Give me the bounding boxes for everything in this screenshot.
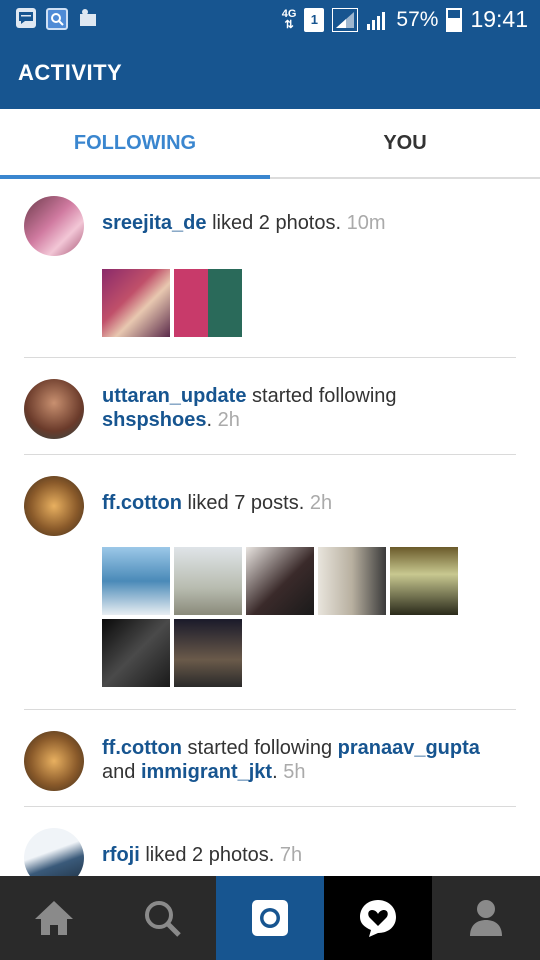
signal-icon (332, 7, 359, 32)
username-link[interactable]: uttaran_update (102, 385, 246, 407)
nav-camera[interactable] (216, 876, 324, 960)
photo-thumbnail[interactable] (318, 547, 386, 615)
photo-thumbnail[interactable] (246, 547, 314, 615)
network-indicator: 4G ⇅ (281, 7, 297, 31)
list-item: uttaran_update started following shspsho… (24, 358, 516, 455)
nav-profile[interactable] (432, 876, 540, 960)
photo-thumbnail[interactable] (174, 619, 242, 687)
nav-explore[interactable] (108, 876, 216, 960)
username-link[interactable]: rfoji (102, 844, 140, 866)
photo-app-icon (78, 8, 98, 28)
activity-text: rfoji liked 2 photos. 7h (102, 844, 303, 866)
tab-bar: FOLLOWING YOU (0, 109, 540, 179)
activity-text: sreejita_de liked 2 photos. 10m (102, 212, 386, 234)
search-icon (145, 901, 181, 937)
nav-home[interactable] (0, 876, 108, 960)
activity-text: ff.cotton liked 7 posts. 2h (102, 492, 333, 514)
timestamp: 2h (309, 492, 333, 514)
timestamp: 10m (346, 212, 386, 234)
tab-you[interactable]: YOU (270, 109, 540, 177)
list-item: rfoji liked 2 photos. 7h (24, 807, 516, 876)
tab-following[interactable]: FOLLOWING (0, 109, 270, 179)
username-link[interactable]: immigrant_jkt (141, 761, 272, 783)
clock: 19:41 (470, 6, 528, 32)
avatar[interactable] (24, 731, 84, 791)
list-item: sreejita_de liked 2 photos. 10m (24, 179, 516, 358)
page-title: ACTIVITY (18, 60, 123, 85)
battery-icon (446, 7, 463, 32)
signal-icon-2 (367, 11, 386, 30)
list-item: ff.cotton started following pranaav_gupt… (24, 710, 516, 807)
sim-icon: 1 (304, 7, 325, 32)
timestamp: 2h (217, 409, 240, 431)
activity-text: ff.cotton started following pranaav_gupt… (102, 737, 480, 783)
avatar[interactable] (24, 379, 84, 439)
timestamp: 5h (283, 761, 306, 783)
timestamp: 7h (279, 844, 303, 866)
username-link[interactable]: ff.cotton (102, 737, 182, 759)
activity-feed: sreejita_de liked 2 photos. 10m uttaran_… (0, 179, 540, 876)
status-bar: 4G ⇅ 1 57% 19:41 (0, 0, 540, 38)
search-app-icon (46, 8, 68, 30)
photo-thumbnail[interactable] (174, 547, 242, 615)
thumbnail-row (102, 547, 482, 687)
photo-thumbnail[interactable] (102, 619, 170, 687)
bottom-nav (0, 876, 540, 960)
activity-heart-icon (360, 900, 396, 937)
username-link[interactable]: shspshoes (102, 409, 206, 431)
nav-activity[interactable] (324, 876, 432, 960)
avatar[interactable] (24, 196, 84, 256)
battery-percent: 57% (396, 7, 439, 31)
avatar[interactable] (24, 476, 84, 536)
home-icon (35, 901, 73, 935)
photo-thumbnail[interactable] (102, 269, 170, 337)
thumbnail-row (102, 269, 482, 337)
photo-thumbnail[interactable] (390, 547, 458, 615)
camera-icon (252, 900, 288, 936)
message-icon (16, 8, 36, 28)
photo-thumbnail[interactable] (102, 547, 170, 615)
list-item: ff.cotton liked 7 posts. 2h (24, 455, 516, 710)
activity-text: uttaran_update started following shspsho… (102, 385, 397, 431)
app-header: ACTIVITY (0, 38, 540, 109)
photo-thumbnail[interactable] (174, 269, 242, 337)
username-link[interactable]: pranaav_gupta (338, 737, 480, 759)
profile-icon (470, 900, 502, 936)
avatar[interactable] (24, 828, 84, 876)
username-link[interactable]: sreejita_de (102, 212, 207, 234)
username-link[interactable]: ff.cotton (102, 492, 182, 514)
